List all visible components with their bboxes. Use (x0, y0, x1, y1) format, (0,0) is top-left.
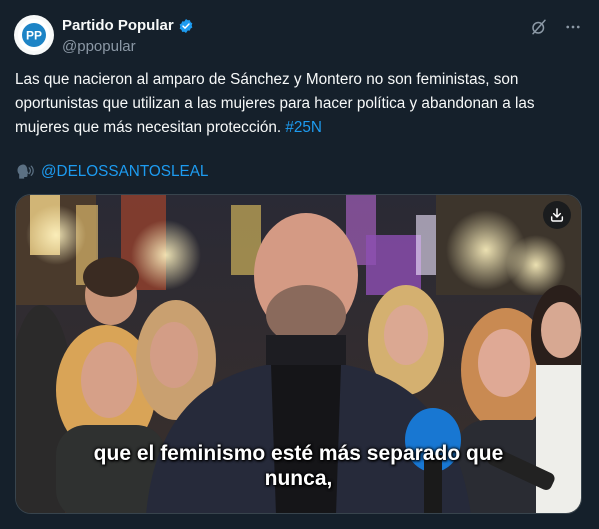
display-name[interactable]: Partido Popular (62, 17, 174, 35)
handle[interactable]: @ppopular (62, 37, 194, 57)
mention-line: @DELOSSANTOSLEAL (15, 160, 208, 184)
video-subtitle: que el feminismo esté más separado que n… (16, 441, 581, 491)
avatar[interactable]: PP (14, 15, 54, 55)
author-names: Partido Popular @ppopular (62, 17, 194, 57)
speaking-head-icon (17, 164, 34, 179)
tweet-text: Las que nacieron al amparo de Sánchez y … (15, 68, 585, 140)
tweet-header: PP Partido Popular @ppopular (14, 15, 585, 59)
subtitle-line-2: nunca, (264, 467, 333, 490)
download-icon (550, 208, 564, 222)
mention-link[interactable]: @DELOSSANTOSLEAL (41, 160, 208, 184)
tweet-card: PP Partido Popular @ppopular Las que nac… (0, 0, 599, 529)
tweet-body: Las que nacieron al amparo de Sánchez y … (15, 71, 535, 136)
subtitle-line-1: que el feminismo esté más separado que (93, 442, 504, 465)
grok-icon[interactable] (529, 17, 549, 37)
video-player[interactable]: que el feminismo esté más separado que n… (15, 194, 582, 514)
download-button[interactable] (543, 201, 571, 229)
pp-logo-icon: PP (18, 19, 50, 51)
svg-text:PP: PP (26, 29, 42, 43)
header-actions (529, 17, 583, 37)
hashtag-link[interactable]: #25N (285, 119, 322, 136)
verified-badge-icon (179, 19, 193, 33)
more-options-icon[interactable] (563, 17, 583, 37)
